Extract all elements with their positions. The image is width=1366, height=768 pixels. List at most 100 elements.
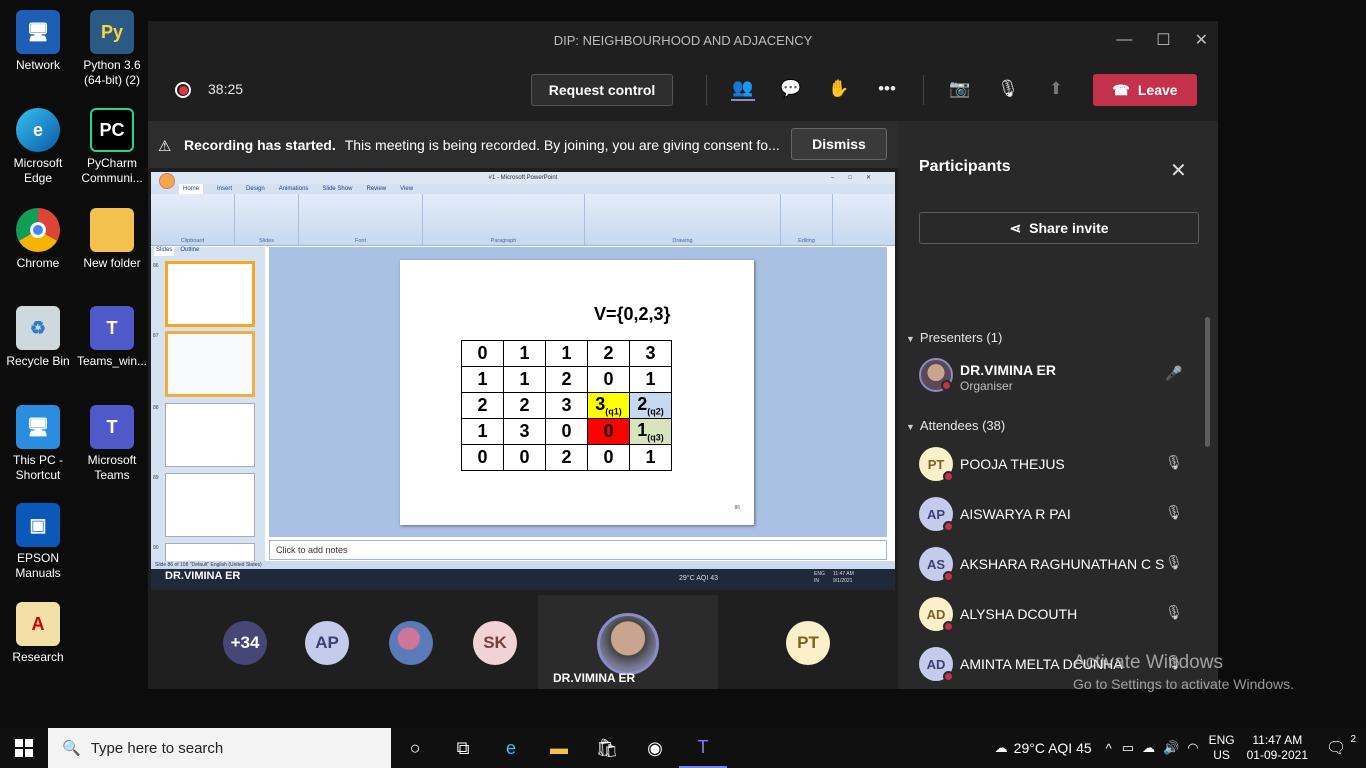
desktop-icon-new-folder[interactable]: New folder (74, 208, 150, 271)
desktop-icon-microsoft-teams[interactable]: T Microsoft Teams (74, 405, 150, 483)
thumb-number: 90 (153, 545, 159, 551)
share-content-icon[interactable]: ⬆ (1044, 77, 1068, 101)
ribbon-group-font: Font (299, 194, 423, 245)
search-placeholder: Type here to search (90, 739, 224, 757)
desktop-icon-label: This PC - Shortcut (12, 453, 63, 482)
request-control-button[interactable]: Request control (531, 74, 673, 106)
grid-row: 2 2 3 3(q1) 2(q2) (461, 392, 672, 419)
notification-center[interactable]: 🗨 2 (1326, 734, 1366, 758)
grid-cell: 1 (503, 340, 546, 367)
collapse-icon: ▼ (906, 422, 915, 432)
start-button[interactable] (0, 728, 48, 768)
desktop-icon-network[interactable]: 🖥 Network (0, 10, 76, 73)
weather-text[interactable]: 29°C AQI 45 (1014, 740, 1092, 756)
share-invite-button[interactable]: ⋖ Share invite (919, 212, 1199, 244)
mic-on-icon: 🎤 (1165, 365, 1183, 381)
mic-muted-icon: 🎙 (1165, 554, 1183, 570)
reactions-icon[interactable]: ✋ (827, 77, 851, 101)
camera-off-icon[interactable]: 📷 (948, 77, 972, 101)
minimize-icon[interactable]: — (1116, 31, 1132, 49)
current-slide: V={0,2,3} 0 1 1 2 3 1 1 2 0 1 2 2 3 3(q1… (400, 260, 754, 525)
attendees-header[interactable]: ▼ Attendees (38) (906, 418, 1005, 433)
desktop-icon-this-pc[interactable]: 🖥 This PC - Shortcut (0, 405, 76, 483)
cortana-icon[interactable]: ○ (391, 728, 439, 768)
onedrive-icon[interactable]: ☁ (1142, 740, 1155, 756)
chat-icon[interactable]: 💬 (779, 77, 803, 101)
attendee-row[interactable]: AP AISWARYA R PAI 🎙 (919, 495, 1199, 535)
watermark-line2: Go to Settings to activate Windows. (1073, 676, 1294, 692)
q1-label: (q1) (605, 406, 622, 417)
attendee-row[interactable]: AD ALYSHA DCOUTH 🎙 (919, 595, 1199, 635)
desktop-icon-pycharm[interactable]: PC PyCharm Communi... (74, 108, 150, 186)
desktop-icon-label: New folder (83, 256, 141, 270)
recording-banner: ⚠ Recording has started. This meeting is… (148, 121, 898, 168)
desktop-icon-teams-installer[interactable]: T Teams_win... (74, 306, 150, 369)
maximize-icon[interactable]: ☐ (1156, 30, 1170, 50)
status-dot-icon (943, 471, 954, 482)
active-speaker-tile[interactable]: DR.VIMINA ER (538, 595, 718, 689)
ribbon-group-paragraph: Paragraph (423, 194, 585, 245)
presenter-row[interactable]: DR.VIMINA ER Organiser 🎤 (919, 356, 1199, 396)
participants-panel: Participants ✕ ⋖ Share invite ▼ Presenter… (898, 121, 1218, 689)
desktop-icon-epson[interactable]: ▣ EPSON Manuals (0, 503, 76, 581)
grid-cell-q3: 1(q3) (629, 418, 672, 445)
language-indicator[interactable]: ENG US (1209, 733, 1235, 763)
participant-avatar[interactable]: SK (473, 621, 517, 665)
attendee-name: AKSHARA RAGHUNATHAN C S (960, 556, 1165, 572)
presenters-header[interactable]: ▼ Presenters (1) (906, 330, 1002, 345)
attendee-row[interactable]: AS AKSHARA RAGHUNATHAN C S 🎙 (919, 545, 1199, 585)
chrome-taskbar-icon[interactable]: ◉ (631, 728, 679, 768)
slide-thumbnail[interactable] (165, 261, 255, 327)
slide-thumbnail[interactable] (165, 473, 255, 537)
panel-scrollbar[interactable] (1205, 317, 1210, 447)
attendee-avatar: PT (919, 447, 954, 482)
volume-icon[interactable]: 🔊 (1163, 740, 1179, 756)
leave-button[interactable]: ☎ Leave (1093, 74, 1197, 106)
slide-thumbnail[interactable] (165, 331, 255, 397)
participant-avatar[interactable]: PT (786, 621, 830, 665)
notes-field[interactable]: Click to add notes (269, 540, 887, 560)
active-speaker-name: DR.VIMINA ER (553, 671, 636, 685)
lang-line1: ENG (1208, 733, 1235, 747)
desktop-icon-edge[interactable]: e Microsoft Edge (0, 108, 76, 186)
ribbon-group-editing: Editing (781, 194, 833, 245)
grid-cell: 3 (545, 392, 588, 419)
grid-cell: 2 (545, 444, 588, 471)
desktop-icon-research[interactable]: A Research (0, 602, 76, 665)
more-actions-icon[interactable]: ••• (875, 77, 899, 101)
taskbar-search[interactable]: 🔍 Type here to search (48, 728, 391, 768)
desktop-icon-recycle-bin[interactable]: ♻ Recycle Bin (0, 306, 76, 369)
dismiss-button[interactable]: Dismiss (791, 128, 887, 160)
attendee-avatar: AS (919, 547, 954, 582)
status-dot-icon (943, 621, 954, 632)
edge-taskbar-icon[interactable]: e (487, 728, 535, 768)
toolbar-divider (923, 75, 924, 105)
overflow-count[interactable]: +34 (223, 621, 267, 665)
close-window-icon[interactable]: ✕ (1195, 30, 1208, 50)
office-button-icon (159, 173, 175, 189)
ribbon-group-label: Drawing (672, 238, 693, 244)
participants-icon[interactable]: 👥 (731, 77, 755, 101)
battery-icon[interactable]: ▭ (1122, 740, 1134, 756)
desktop-icon-python[interactable]: Py Python 3.6 (64-bit) (2) (74, 10, 150, 88)
grid-cell: 1 (629, 444, 672, 471)
python-icon: Py (90, 10, 134, 54)
desktop-icon-chrome[interactable]: Chrome (0, 208, 76, 271)
close-panel-icon[interactable]: ✕ (1170, 158, 1187, 183)
attendee-row[interactable]: PT POOJA THEJUS 🎙 (919, 445, 1199, 485)
ppt-tab-design: Design (246, 186, 265, 192)
wifi-icon[interactable]: ◠ (1187, 740, 1198, 756)
slide-thumbnail[interactable] (165, 403, 255, 467)
desktop-icon-label: Recycle Bin (6, 354, 70, 368)
participant-photo-avatar[interactable] (389, 621, 433, 665)
clock[interactable]: 11:47 AM 01-09-2021 (1247, 733, 1308, 763)
file-explorer-icon[interactable]: ▬ (535, 728, 583, 768)
pixel-grid: 0 1 1 2 3 1 1 2 0 1 2 2 3 3(q1) 2(q2) 1 … (461, 340, 672, 471)
tray-chevron-icon[interactable]: ^ (1106, 741, 1112, 756)
teams-taskbar-icon[interactable]: T (679, 728, 727, 768)
participant-avatar[interactable]: AP (305, 621, 349, 665)
task-view-icon[interactable]: ⧉ (439, 728, 487, 768)
ribbon-group-label: Font (354, 238, 366, 244)
mic-muted-icon[interactable]: 🎙 (996, 77, 1020, 101)
store-icon[interactable]: 🛍 (583, 728, 631, 768)
